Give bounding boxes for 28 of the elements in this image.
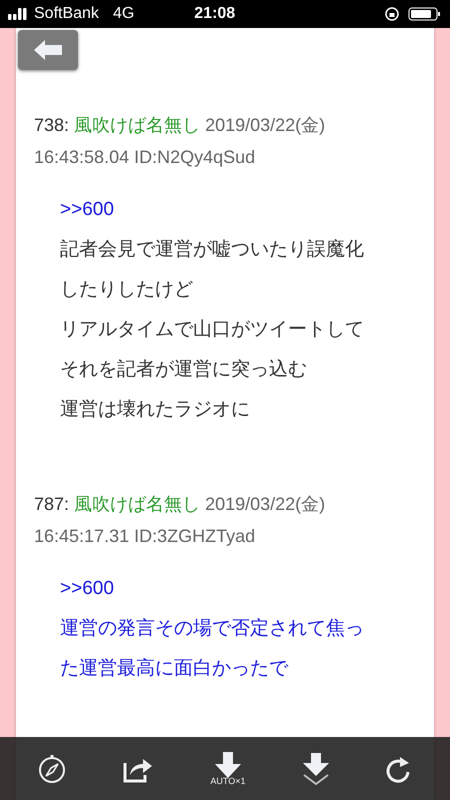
down-arrow-icon: [214, 752, 241, 778]
auto-scroll-button[interactable]: AUTO×1: [210, 752, 246, 786]
back-button[interactable]: [18, 30, 78, 70]
down-arrow-icon: [302, 752, 328, 784]
post-header: 738: 風吹けば名無し 2019/03/22(金): [34, 114, 326, 137]
scroll-bottom-button[interactable]: [302, 752, 328, 784]
post-time-id: 16:45:17.31 ID:3ZGHZTyad: [34, 525, 256, 548]
back-arrow-icon: [33, 39, 63, 61]
post-text: 運営は壊れたラジオに: [60, 398, 251, 422]
reply-link-text[interactable]: >>600: [60, 569, 434, 609]
post-text: したりしたけど: [60, 278, 194, 302]
reply-link-text[interactable]: >>600: [60, 190, 434, 230]
reload-button[interactable]: [385, 754, 412, 782]
reply-link-text[interactable]: 運営の発言その場で否定されて焦っ: [60, 609, 434, 649]
network-text: 4G: [112, 5, 134, 23]
reply-link-text[interactable]: た運営最高に面白かったで: [60, 649, 434, 689]
battery-icon: [408, 6, 442, 22]
clock-text: 21:08: [194, 5, 236, 23]
post-text: 記者会見で運営が嘘ついたり誤魔化: [60, 238, 365, 262]
compass-button[interactable]: [38, 754, 66, 784]
rotation-lock-icon: [384, 6, 400, 22]
post-header: 787: 風吹けば名無し 2019/03/22(金): [34, 493, 326, 516]
reload-icon: [385, 754, 412, 782]
post-time-id: 16:43:58.04 ID:N2Qy4qSud: [34, 146, 256, 169]
compass-icon: [38, 754, 66, 784]
post-text: それを記者が運営に突っ込む: [60, 358, 308, 382]
carrier-text: SoftBank: [34, 5, 99, 23]
post-text: リアルタイムで山口がツイートして: [60, 318, 365, 342]
